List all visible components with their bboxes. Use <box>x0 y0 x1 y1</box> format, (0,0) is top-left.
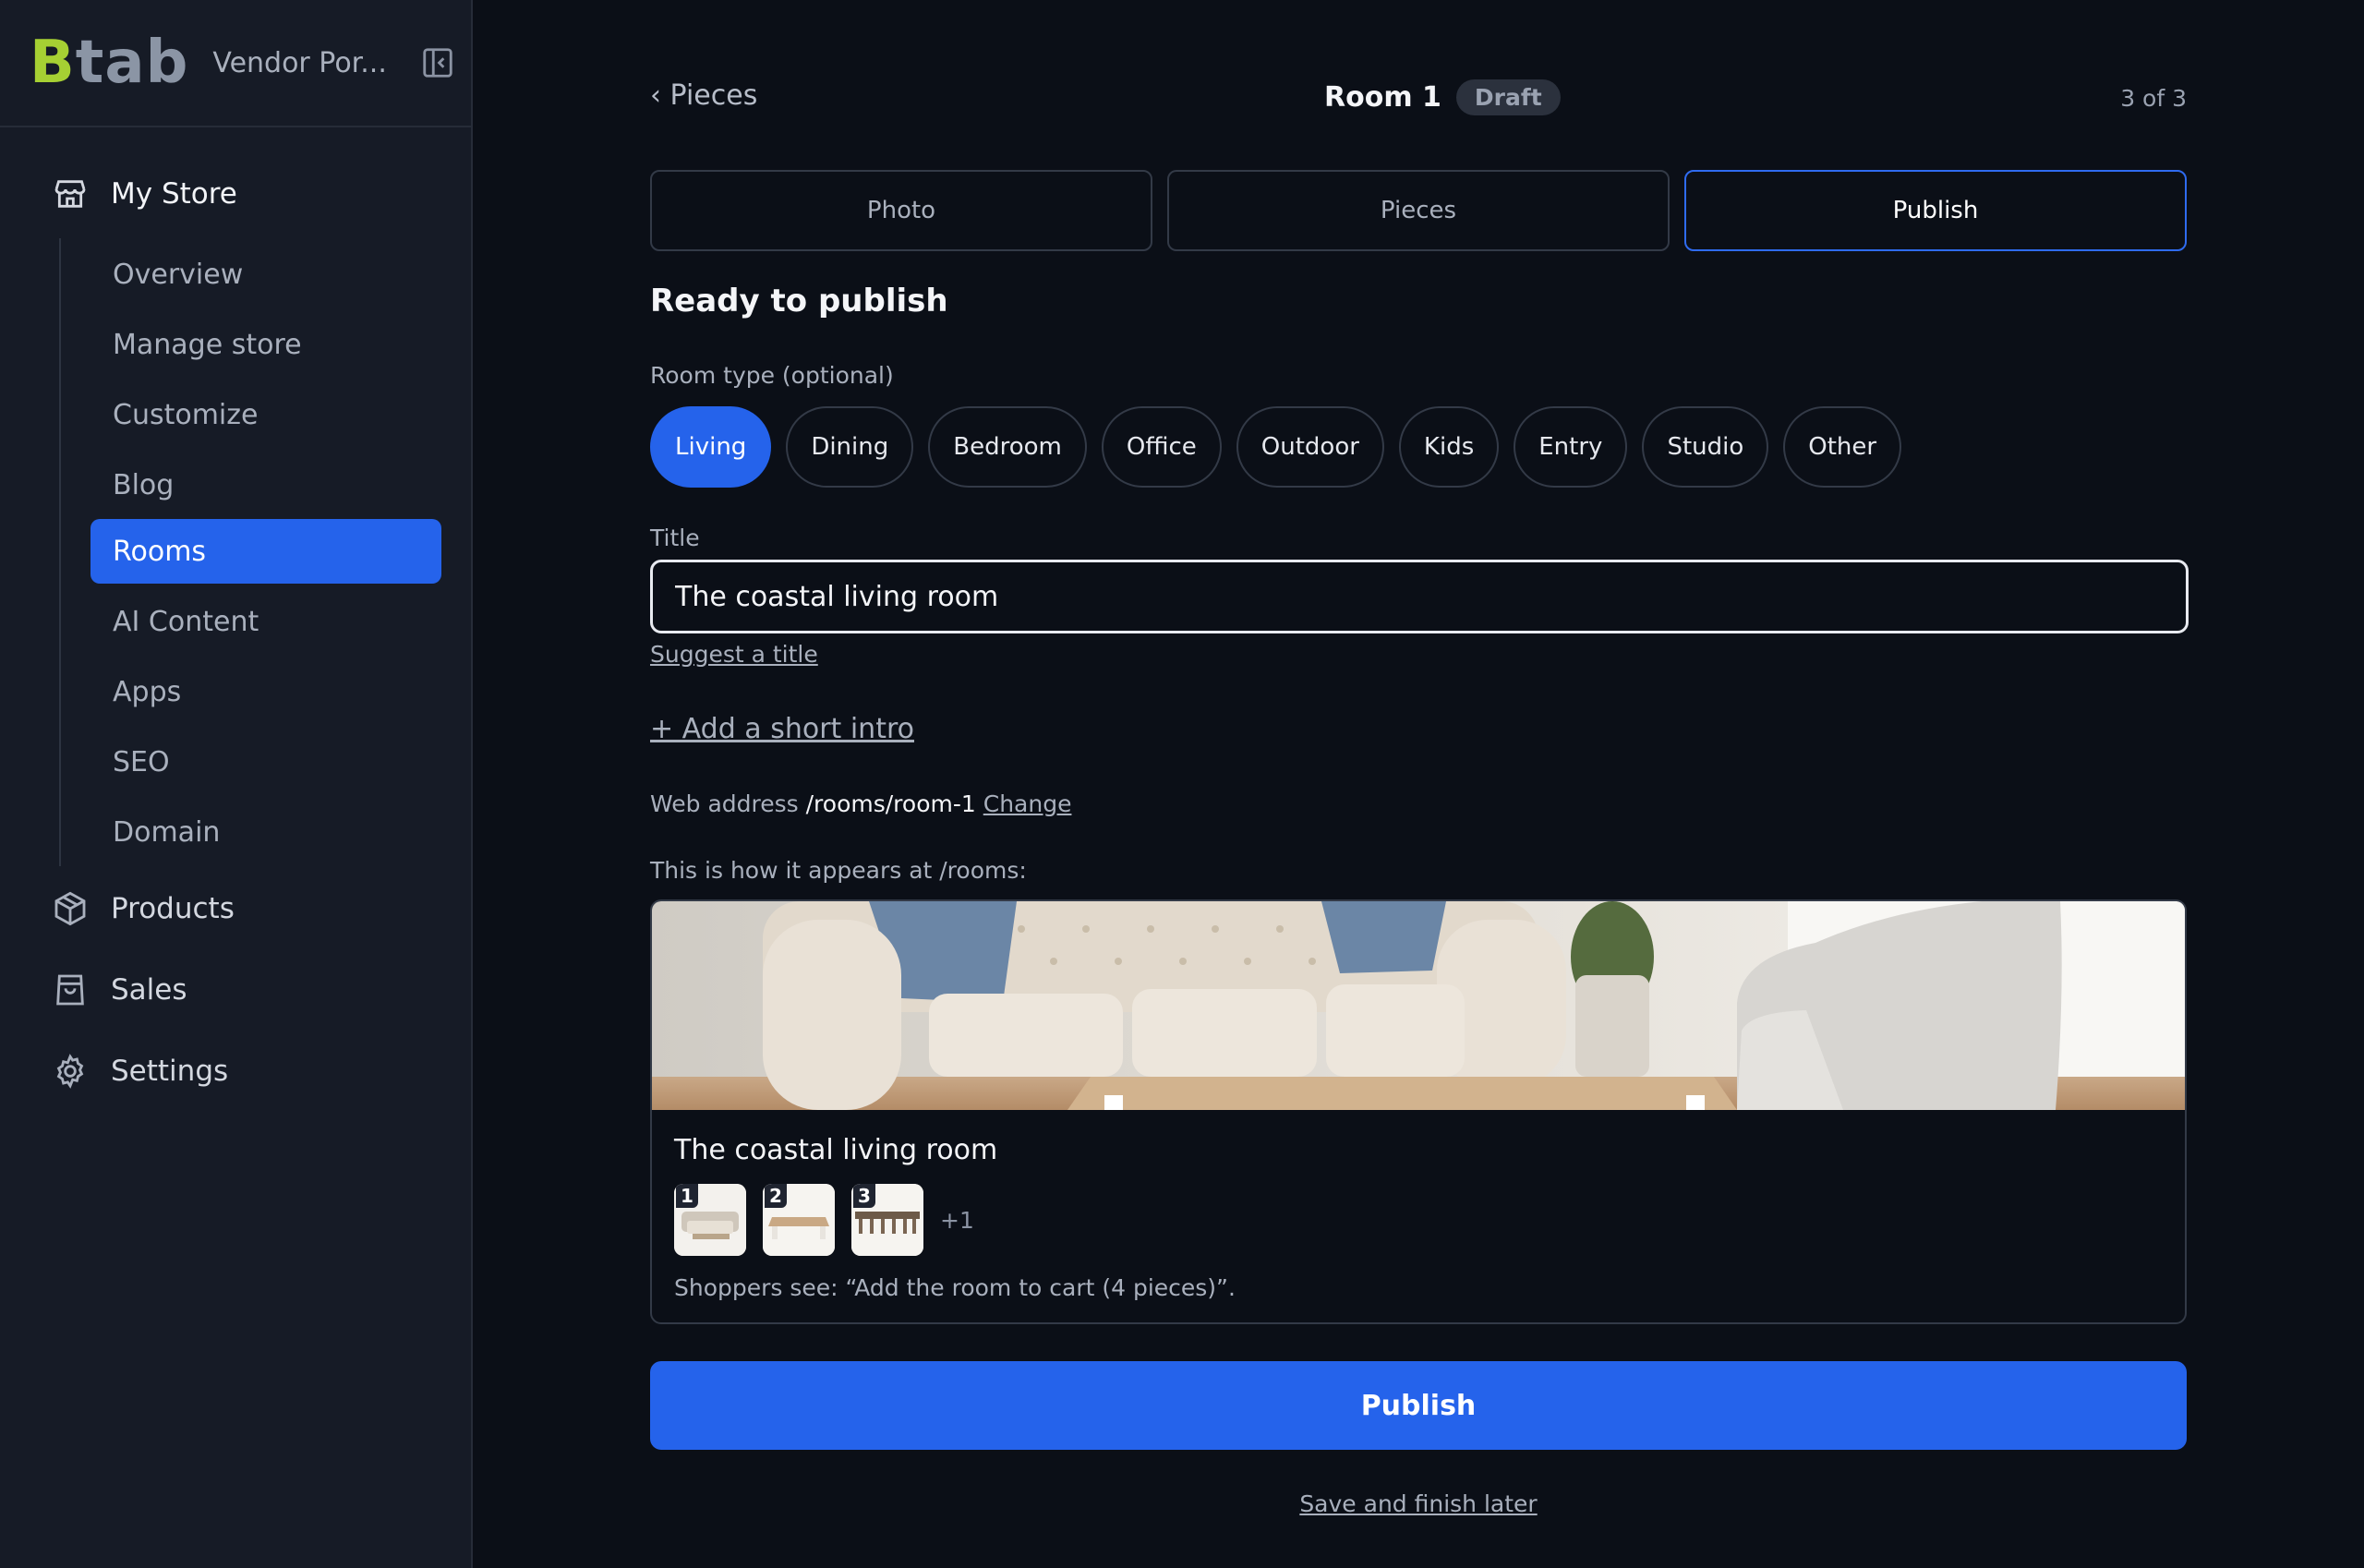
room-preview-card: The coastal living room 1 2 3 +1 Shopper… <box>650 899 2187 1324</box>
chip-entry[interactable]: Entry <box>1514 406 1628 488</box>
chip-bedroom[interactable]: Bedroom <box>928 406 1087 488</box>
publish-button[interactable]: Publish <box>650 1361 2187 1450</box>
store-icon <box>54 180 86 208</box>
sidebar-item-seo[interactable]: SEO <box>90 730 441 794</box>
step-counter: 3 of 3 <box>2120 85 2187 112</box>
title-label: Title <box>650 525 700 551</box>
shopping-bag-icon <box>56 974 84 1006</box>
nav-sales[interactable]: Sales <box>52 971 187 1008</box>
brand-logo[interactable]: Btab <box>30 29 188 97</box>
sidebar-item-label: Apps <box>113 675 182 708</box>
sidebar-item-ai-content[interactable]: AI Content <box>90 589 441 654</box>
chip-other[interactable]: Other <box>1783 406 1902 488</box>
web-address-path: /rooms/room-1 <box>805 790 976 817</box>
room-title-group: Room 1 Draft <box>1324 79 1561 115</box>
tab-pieces[interactable]: Pieces <box>1167 170 1670 251</box>
thumbnail-number: 1 <box>676 1184 698 1208</box>
tab-photo[interactable]: Photo <box>650 170 1152 251</box>
preview-caption: This is how it appears at /rooms: <box>650 857 1027 884</box>
sidebar-header: Btab Vendor Por... <box>0 0 471 127</box>
gear-icon <box>56 1054 84 1089</box>
preview-title: The coastal living room <box>674 1134 998 1166</box>
tab-publish[interactable]: Publish <box>1684 170 2187 251</box>
main-content: ‹ Pieces Room 1 Draft 3 of 3 Photo Piece… <box>650 0 2189 1568</box>
sidebar-item-label: Manage store <box>113 328 302 361</box>
nav-products[interactable]: Products <box>52 890 235 927</box>
vendor-name: Vendor Por... <box>212 46 387 79</box>
thumbnail-number: 3 <box>853 1184 875 1208</box>
sidebar-item-label: Customize <box>113 398 259 431</box>
nav-my-store[interactable]: My Store <box>52 175 237 212</box>
sidebar-item-label: Domain <box>113 815 221 849</box>
sidebar-item-apps[interactable]: Apps <box>90 659 441 724</box>
suggest-title-link[interactable]: Suggest a title <box>650 641 818 668</box>
chip-kids[interactable]: Kids <box>1398 406 1500 488</box>
sidebar-item-label: Overview <box>113 258 244 291</box>
subnav-divider <box>59 238 61 866</box>
add-intro-link[interactable]: + Add a short intro <box>650 713 914 745</box>
change-address-link[interactable]: Change <box>983 790 1072 817</box>
room-type-label: Room type (optional) <box>650 362 894 389</box>
sidebar-item-label: AI Content <box>113 605 259 638</box>
nav-sales-label: Sales <box>111 973 187 1007</box>
step-tabs: Photo Pieces Publish <box>650 170 2187 251</box>
page-header: ‹ Pieces Room 1 Draft 3 of 3 <box>650 76 2187 122</box>
chip-studio[interactable]: Studio <box>1642 406 1769 488</box>
sidebar-item-blog[interactable]: Blog <box>90 452 441 517</box>
shoppers-note: Shoppers see: “Add the room to cart (4 p… <box>674 1274 1236 1301</box>
logo-text: tab <box>75 29 189 97</box>
section-title: Ready to publish <box>650 283 948 320</box>
room-type-chips: Living Dining Bedroom Office Outdoor Kid… <box>650 406 1902 488</box>
thumbnail-3[interactable]: 3 <box>851 1184 923 1256</box>
web-address-label: Web address <box>650 790 799 817</box>
sidebar-item-customize[interactable]: Customize <box>90 382 441 447</box>
title-input[interactable] <box>650 560 2189 633</box>
chip-office[interactable]: Office <box>1101 406 1222 488</box>
sidebar-item-manage-store[interactable]: Manage store <box>90 312 441 377</box>
thumbnail-2[interactable]: 2 <box>763 1184 835 1256</box>
chip-dining[interactable]: Dining <box>786 406 914 488</box>
sidebar: Btab Vendor Por... My Store Overview Man… <box>0 0 473 1568</box>
web-address: Web address /rooms/room-1 Change <box>650 790 1071 817</box>
sidebar-collapse-icon <box>423 48 452 78</box>
box-icon <box>54 891 86 926</box>
sidebar-item-label: Rooms <box>113 535 207 568</box>
chip-outdoor[interactable]: Outdoor <box>1236 406 1384 488</box>
thumbnail-number: 2 <box>765 1184 787 1208</box>
more-pieces-count: +1 <box>940 1206 974 1234</box>
nav-settings[interactable]: Settings <box>52 1053 228 1090</box>
sidebar-item-overview[interactable]: Overview <box>90 242 441 307</box>
status-badge: Draft <box>1455 79 1561 115</box>
save-later-link[interactable]: Save and finish later <box>650 1490 2187 1517</box>
sidebar-item-rooms[interactable]: Rooms <box>90 519 441 584</box>
nav-my-store-label: My Store <box>111 177 237 211</box>
collapse-sidebar-button[interactable] <box>420 44 455 81</box>
room-hero-image <box>652 901 2185 1110</box>
nav-products-label: Products <box>111 892 235 925</box>
page-title: Room 1 <box>1324 81 1441 114</box>
nav-settings-label: Settings <box>111 1055 229 1088</box>
sidebar-item-label: Blog <box>113 468 175 501</box>
sidebar-item-label: SEO <box>113 745 170 778</box>
back-to-pieces-link[interactable]: ‹ Pieces <box>650 79 757 112</box>
thumbnail-1[interactable]: 1 <box>674 1184 746 1256</box>
app-root: Btab Vendor Por... My Store Overview Man… <box>0 0 2364 1568</box>
chip-living[interactable]: Living <box>650 406 772 488</box>
sidebar-item-domain[interactable]: Domain <box>90 800 441 864</box>
preview-thumbnails: 1 2 3 +1 <box>674 1184 974 1256</box>
logo-letter: B <box>30 29 76 97</box>
